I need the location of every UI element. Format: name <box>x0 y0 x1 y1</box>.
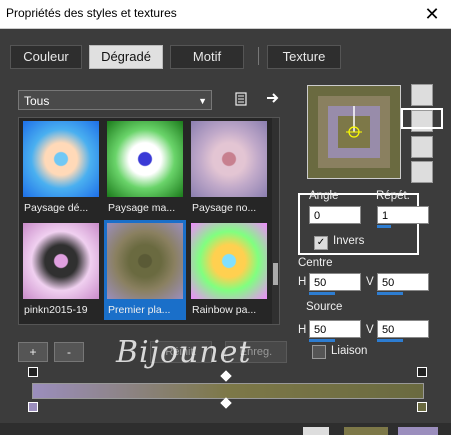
gradient-thumbnail[interactable]: Premier pla... <box>104 220 186 320</box>
gradient-label: Paysage ma... <box>108 202 176 214</box>
link-label: Liaison <box>331 345 368 357</box>
bg-color-swatch[interactable] <box>398 427 438 435</box>
center-v-slider[interactable] <box>377 292 403 295</box>
gradient-bar[interactable] <box>32 383 424 399</box>
linear-gradient-button[interactable] <box>411 84 433 106</box>
center-v-label: V <box>366 276 374 288</box>
color-stop-left[interactable] <box>28 402 38 412</box>
opacity-stop-right[interactable] <box>417 367 427 377</box>
selected-style-frame <box>401 108 443 129</box>
scrollbar-thumb[interactable] <box>273 263 278 285</box>
tab-degrade[interactable]: Dégradé <box>89 45 163 69</box>
repeat-input[interactable]: 1 <box>377 206 429 224</box>
add-stop-button[interactable]: + <box>18 342 48 362</box>
watermark: Bijounet <box>116 335 252 370</box>
gradient-thumbnail[interactable]: pinkn2015-19 <box>20 220 102 320</box>
title-bar: Propriétés des styles et textures ✕ <box>0 0 451 29</box>
category-selected: Tous <box>24 94 50 108</box>
angle-input[interactable]: 0 <box>309 206 361 224</box>
radial-gradient-button[interactable] <box>411 161 433 183</box>
tab-couleur[interactable]: Couleur <box>10 45 82 69</box>
repeat-label: Répét. <box>376 190 410 202</box>
source-label: Source <box>306 301 343 313</box>
gradient-swatch-preview <box>191 121 267 197</box>
gradient-swatch-preview <box>107 121 183 197</box>
angle-label: Angle <box>309 190 339 202</box>
center-h-slider[interactable] <box>309 292 335 295</box>
gradient-label: Paysage dé... <box>24 202 89 214</box>
file-icon[interactable] <box>233 91 249 107</box>
category-dropdown[interactable]: Tous ▼ <box>18 90 212 110</box>
tab-texture[interactable]: Texture <box>267 45 341 69</box>
gradient-thumbnail[interactable]: Paysage ma... <box>104 118 186 218</box>
tab-bar: Couleur Dégradé Motif Texture <box>0 29 451 79</box>
center-h-label: H <box>298 276 307 288</box>
gradient-thumbnail[interactable]: Rainbow pa... <box>188 220 270 320</box>
tab-motif[interactable]: Motif <box>170 45 244 69</box>
gradient-label: Rainbow pa... <box>192 304 257 316</box>
source-h-input[interactable]: 50 <box>309 320 361 338</box>
invert-label: Invers <box>333 235 365 247</box>
center-h-input[interactable]: 50 <box>309 273 361 291</box>
gradient-label: pinkn2015-19 <box>24 304 88 316</box>
link-checkbox[interactable] <box>312 345 326 359</box>
source-v-slider[interactable] <box>377 339 403 342</box>
color-stop-right[interactable] <box>417 402 427 412</box>
gradient-swatch-preview <box>23 121 99 197</box>
invert-checkbox[interactable]: ✓ <box>314 236 328 250</box>
gradient-swatch-preview <box>107 223 183 299</box>
repeat-slider[interactable] <box>377 225 391 228</box>
fg-color-swatch[interactable] <box>303 427 329 435</box>
close-button[interactable]: ✕ <box>421 3 443 25</box>
gradient-thumbnail[interactable]: Paysage dé... <box>20 118 102 218</box>
gradient-swatch-preview <box>23 223 99 299</box>
gradient-swatch-preview <box>191 223 267 299</box>
center-label: Centre <box>298 257 333 269</box>
gallery-scrollbar[interactable] <box>272 118 279 324</box>
source-h-label: H <box>298 324 307 336</box>
chevron-down-icon: ▼ <box>198 96 207 106</box>
source-v-input[interactable]: 50 <box>377 320 429 338</box>
window-title: Propriétés des styles et textures <box>6 6 177 20</box>
gradient-label: Premier pla... <box>108 304 171 316</box>
arrow-right-icon[interactable] <box>265 90 281 106</box>
center-v-input[interactable]: 50 <box>377 273 429 291</box>
opacity-stop-left[interactable] <box>28 367 38 377</box>
gradient-label: Paysage no... <box>192 202 257 214</box>
gradient-swatch[interactable] <box>344 427 388 435</box>
source-h-slider[interactable] <box>309 339 335 342</box>
sunburst-gradient-button[interactable] <box>411 136 433 158</box>
source-v-label: V <box>366 324 374 336</box>
tab-separator <box>258 47 259 65</box>
remove-stop-button[interactable]: - <box>54 342 84 362</box>
gradient-preview[interactable] <box>307 85 401 179</box>
gradient-thumbnail[interactable]: Paysage no... <box>188 118 270 218</box>
